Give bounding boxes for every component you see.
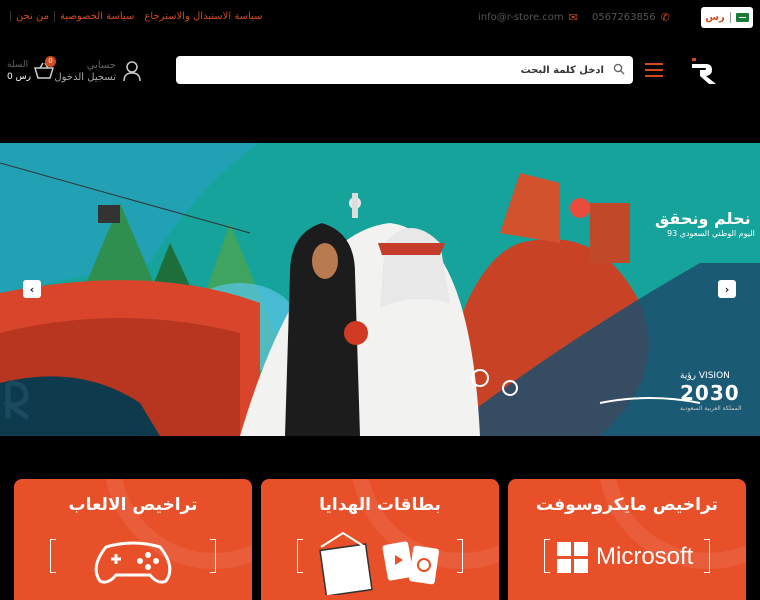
cart-title: السلة <box>7 60 29 70</box>
cart-button[interactable]: السلة 0 رس 0 <box>4 56 56 86</box>
games-licenses-card[interactable]: تراخيص الالعاب <box>14 479 252 600</box>
currency-label: رس <box>705 12 725 23</box>
vision-year: 2030 <box>680 381 740 405</box>
account-menu[interactable]: حسابي تسجيل الدخول <box>54 58 142 86</box>
vision-caption: المملكة العربية السعودية <box>680 405 742 412</box>
main-header: حسابي تسجيل الدخول السلة 0 رس 0 <box>0 36 760 143</box>
account-title: حسابي <box>86 60 116 71</box>
return-policy-link[interactable]: سياسة الاستبدال والاسترجاع <box>139 11 267 22</box>
saudi-flag-icon <box>735 13 749 22</box>
phone-icon: ✆ <box>660 11 670 24</box>
bracket-left <box>544 539 550 573</box>
bracket-right <box>210 539 216 573</box>
top-bar: من نحن سياسة الخصوصية سياسة الاستبدال وا… <box>0 0 760 36</box>
gift-icon <box>319 531 439 595</box>
card-title: تراخيص الالعاب <box>68 495 198 515</box>
cart-total: 0 رس <box>7 72 31 82</box>
banner-illustration <box>0 143 760 436</box>
vision-2030-logo: رؤية VISION 2030 المملكة العربية السعودي… <box>680 371 750 412</box>
email-text: info@r-store.com <box>478 12 564 23</box>
bracket-left <box>297 539 303 573</box>
phone-contact[interactable]: 0567263856 ✆ <box>592 11 670 24</box>
bracket-right <box>457 539 463 573</box>
microsoft-wordmark: Microsoft <box>596 543 694 570</box>
chevron-left-icon: ‹ <box>29 282 35 296</box>
login-link[interactable]: تسجيل الدخول <box>54 72 116 83</box>
about-link[interactable]: من نحن <box>10 11 54 22</box>
chevron-right-icon: › <box>724 282 730 296</box>
menu-button[interactable] <box>645 63 663 77</box>
gamepad-icon <box>94 541 172 584</box>
store-logo[interactable] <box>690 56 720 86</box>
top-links: من نحن سياسة الخصوصية سياسة الاستبدال وا… <box>10 11 268 22</box>
banner-title: نحلم ونحقق <box>655 209 751 228</box>
mail-icon: ✉ <box>568 11 578 24</box>
email-contact[interactable]: info@r-store.com ✉ <box>478 11 578 24</box>
gift-cards-card[interactable]: بطاقات الهدايا <box>261 479 499 600</box>
bracket-left <box>50 539 56 573</box>
search-input[interactable] <box>184 56 604 84</box>
search-icon[interactable] <box>613 63 625 75</box>
banner-subtitle: اليوم الوطني السعودي 93 <box>667 229 755 238</box>
search-bar <box>176 56 633 84</box>
microsoft-licenses-card[interactable]: تراخيص مايكروسوفت Microsoft <box>508 479 746 600</box>
vision-label: رؤية VISION <box>680 371 730 381</box>
currency-divider <box>729 12 731 23</box>
hero-banner[interactable]: ‹ › نحلم ونحقق اليوم الوطني السعودي 93 ر… <box>0 143 760 436</box>
phone-text: 0567263856 <box>592 12 656 23</box>
slider-prev-button[interactable]: ‹ <box>23 280 41 298</box>
microsoft-logo <box>557 542 588 573</box>
slider-next-button[interactable]: › <box>718 280 736 298</box>
bracket-right <box>704 539 710 573</box>
currency-selector[interactable]: رس <box>701 7 753 28</box>
card-title: بطاقات الهدايا <box>319 495 441 515</box>
privacy-link[interactable]: سياسة الخصوصية <box>54 11 139 22</box>
cart-count-badge: 0 <box>45 56 56 67</box>
card-title: تراخيص مايكروسوفت <box>536 495 718 515</box>
user-icon <box>123 61 141 82</box>
category-cards: تراخيص الالعاب بطاقات الهدايا تراخيص ماي… <box>0 436 760 600</box>
